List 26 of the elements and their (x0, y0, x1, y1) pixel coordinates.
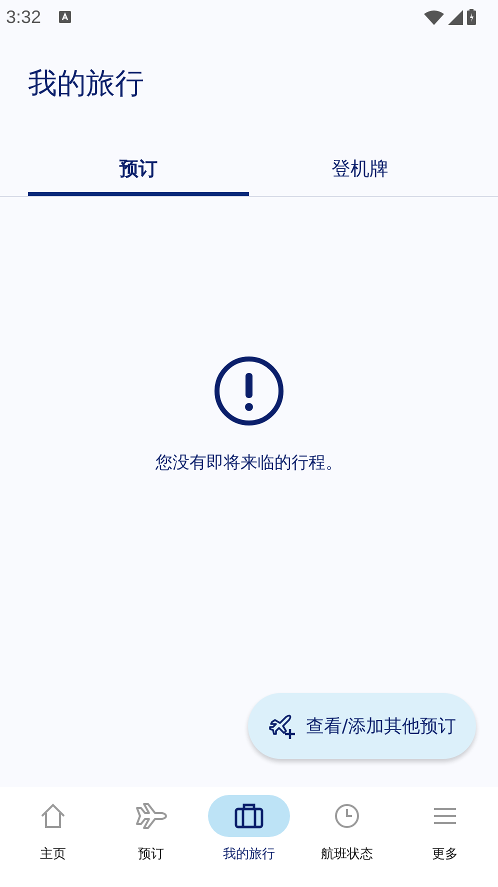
nav-label: 我的旅行 (223, 846, 275, 863)
alert-icon (213, 355, 285, 427)
clock-icon (333, 802, 361, 830)
keyboard-notification-icon (59, 11, 72, 23)
empty-message: 您没有即将来临的行程。 (156, 452, 342, 474)
nav-label: 主页 (40, 846, 66, 863)
home-icon (39, 802, 67, 830)
plane-plus-icon (268, 712, 296, 740)
status-time: 3:32 (6, 6, 42, 28)
page-title: 我的旅行 (27, 65, 145, 102)
nav-label: 航班状态 (321, 846, 373, 863)
signal-icon (448, 10, 463, 24)
nav-item[interactable]: 更多 (396, 787, 494, 887)
wifi-icon (424, 10, 444, 24)
tab[interactable]: 登机牌 (249, 146, 471, 196)
battery-icon (467, 9, 476, 25)
nav-item[interactable]: 预订 (102, 787, 200, 887)
plane-icon (135, 802, 167, 830)
nav-item[interactable]: 航班状态 (298, 787, 396, 887)
suitcase-icon (234, 802, 264, 830)
tab[interactable]: 预订 (28, 146, 249, 196)
nav-label: 预订 (138, 846, 164, 863)
view-add-booking-button[interactable]: 查看/添加其他预订 (248, 693, 476, 759)
nav-item[interactable]: 我的旅行 (200, 787, 298, 887)
nav-label: 更多 (432, 846, 458, 863)
nav-item[interactable]: 主页 (4, 787, 102, 887)
